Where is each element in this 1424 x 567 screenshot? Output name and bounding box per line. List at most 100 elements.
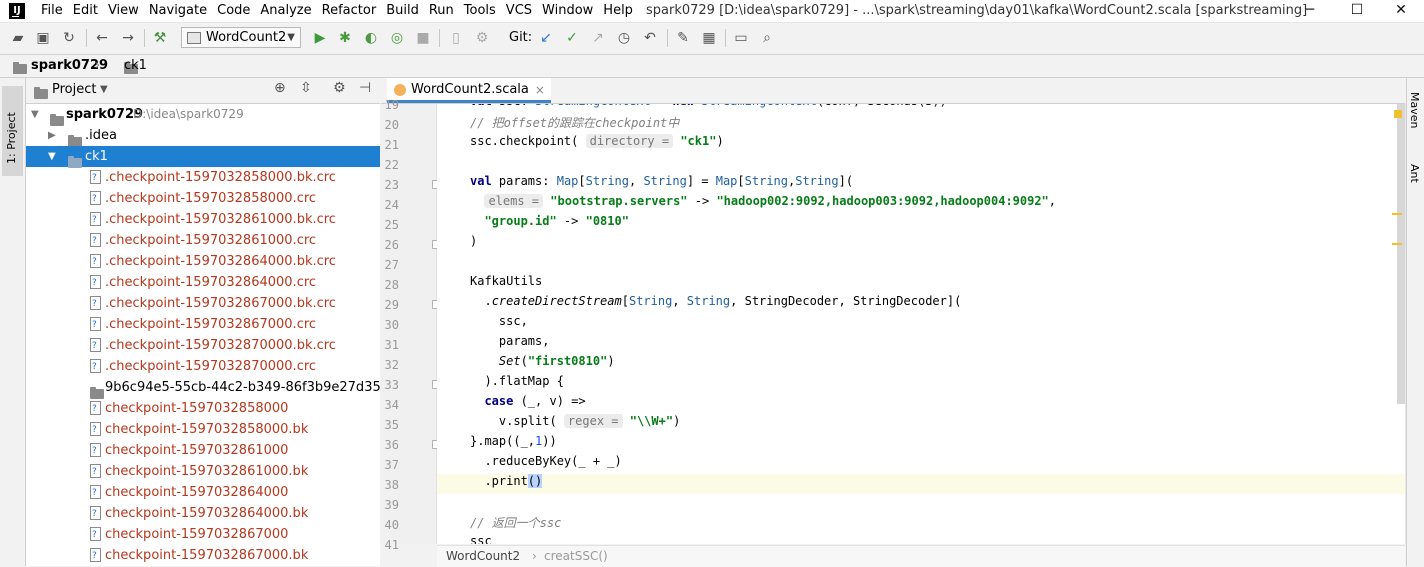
code-editor[interactable]: val ssc: StreamingContext = new Streamin… bbox=[437, 104, 1405, 544]
code-line[interactable]: .print() bbox=[437, 474, 1405, 494]
profile-icon[interactable]: ◎ bbox=[387, 28, 407, 48]
code-line[interactable] bbox=[437, 154, 1405, 174]
code-line[interactable]: // 把offset的跟踪在checkpoint中 bbox=[437, 114, 1405, 134]
ant-tool-tab[interactable]: Ant bbox=[1408, 164, 1421, 183]
code-line[interactable] bbox=[437, 254, 1405, 274]
tree-item-file[interactable]: .checkpoint-1597032867000.crc bbox=[26, 314, 380, 336]
code-line[interactable]: params, bbox=[437, 334, 1405, 354]
minimize-button[interactable]: ─ bbox=[1287, 0, 1333, 22]
chevron-right-icon[interactable]: ▶ bbox=[48, 125, 56, 146]
breadcrumb-method[interactable]: creatSSC() bbox=[544, 546, 608, 567]
tree-item-file[interactable]: .checkpoint-1597032858000.crc bbox=[26, 188, 380, 210]
tree-item-root[interactable]: ▼ spark0729 D:\idea\spark0729 bbox=[26, 104, 380, 126]
code-line[interactable]: elems = "bootstrap.servers" -> "hadoop00… bbox=[437, 194, 1405, 214]
attach-icon[interactable]: ▯ bbox=[446, 28, 466, 48]
code-line[interactable]: ) bbox=[437, 234, 1405, 254]
code-line[interactable]: ssc, bbox=[437, 314, 1405, 334]
code-line[interactable]: ).flatMap { bbox=[437, 374, 1405, 394]
breadcrumb-class[interactable]: WordCount2 bbox=[446, 546, 520, 567]
history-icon[interactable]: ◷ bbox=[614, 28, 634, 48]
menu-navigate[interactable]: Navigate bbox=[144, 2, 212, 20]
project-tool-tab[interactable]: 1: Project bbox=[2, 86, 23, 176]
menu-build[interactable]: Build bbox=[381, 2, 424, 20]
git-update-icon[interactable]: ↙ bbox=[536, 28, 556, 48]
code-line[interactable]: val ssc: StreamingContext = new Streamin… bbox=[437, 104, 1405, 114]
code-line[interactable]: "group.id" -> "0810" bbox=[437, 214, 1405, 234]
code-line[interactable]: .createDirectStream[String, String, Stri… bbox=[437, 294, 1405, 314]
tree-item-file[interactable]: checkpoint-1597032861000 bbox=[26, 440, 380, 462]
chevron-down-icon[interactable]: ▼ bbox=[100, 81, 108, 99]
tree-item-file[interactable]: checkpoint-1597032858000 bbox=[26, 398, 380, 420]
breadcrumb-ck1[interactable]: ck1 bbox=[124, 57, 147, 75]
tree-item-file[interactable]: .checkpoint-1597032870000.crc bbox=[26, 356, 380, 378]
menu-file[interactable]: File bbox=[36, 2, 68, 20]
analysis-status-icon[interactable] bbox=[1394, 110, 1402, 118]
code-line[interactable]: .reduceByKey(_ + _) bbox=[437, 454, 1405, 474]
tree-item-file[interactable]: .checkpoint-1597032870000.bk.crc bbox=[26, 335, 380, 357]
tree-item-file[interactable]: .checkpoint-1597032864000.bk.crc bbox=[26, 251, 380, 273]
tree-item-file[interactable]: .checkpoint-1597032864000.crc bbox=[26, 272, 380, 294]
menu-analyze[interactable]: Analyze bbox=[255, 2, 316, 20]
maximize-button[interactable]: ☐ bbox=[1334, 0, 1380, 22]
tree-item-file[interactable]: checkpoint-1597032858000.bk bbox=[26, 419, 380, 441]
code-line[interactable]: KafkaUtils bbox=[437, 274, 1405, 294]
code-line[interactable]: // 返回一个ssc bbox=[437, 514, 1405, 534]
maven-tool-tab[interactable]: Maven bbox=[1408, 92, 1421, 128]
run-with-coverage-icon[interactable]: ◐ bbox=[361, 28, 381, 48]
code-line[interactable]: ssc.checkpoint( directory = "ck1") bbox=[437, 134, 1405, 154]
coverage-icon[interactable]: ⚙ bbox=[472, 28, 492, 48]
project-view-title[interactable]: Project bbox=[52, 81, 96, 99]
code-line[interactable]: case (_, v) => bbox=[437, 394, 1405, 414]
back-arrow-icon[interactable]: ← bbox=[92, 28, 112, 48]
editor-scrollbar-thumb[interactable] bbox=[1397, 104, 1405, 404]
close-button[interactable]: ✕ bbox=[1378, 0, 1424, 22]
save-icon[interactable]: ▣ bbox=[33, 28, 53, 48]
code-line[interactable]: Set("first0810") bbox=[437, 354, 1405, 374]
menu-tools[interactable]: Tools bbox=[459, 2, 501, 20]
stop-icon[interactable]: ■ bbox=[413, 28, 433, 48]
tree-item-file[interactable]: .checkpoint-1597032861000.bk.crc bbox=[26, 209, 380, 231]
hide-panel-icon[interactable]: ⊣ bbox=[359, 80, 371, 96]
build-hammer-icon[interactable]: ⚒ bbox=[150, 28, 170, 48]
tree-item-file[interactable]: checkpoint-1597032864000 bbox=[26, 482, 380, 504]
menu-refactor[interactable]: Refactor bbox=[317, 2, 382, 20]
search-icon[interactable]: ⌕ bbox=[757, 28, 777, 48]
warning-stripe[interactable] bbox=[1392, 243, 1402, 245]
menu-help[interactable]: Help bbox=[598, 2, 638, 20]
git-push-icon[interactable]: ↗ bbox=[588, 28, 608, 48]
tree-item-file[interactable]: .checkpoint-1597032861000.crc bbox=[26, 230, 380, 252]
menu-edit[interactable]: Edit bbox=[68, 2, 103, 20]
menu-vcs[interactable]: VCS bbox=[501, 2, 537, 20]
sync-icon[interactable]: ↻ bbox=[59, 28, 79, 48]
open-folder-icon[interactable]: ▰ bbox=[8, 28, 28, 48]
tree-item-file[interactable]: checkpoint-1597032864000.bk bbox=[26, 503, 380, 525]
chevron-down-icon[interactable]: ▼ bbox=[31, 104, 39, 125]
tree-item-idea[interactable]: ▶ .idea bbox=[26, 125, 380, 147]
tree-item-file[interactable]: .checkpoint-1597032858000.bk.crc bbox=[26, 167, 380, 189]
terminal-window-icon[interactable]: ▭ bbox=[731, 28, 751, 48]
run-configuration-select[interactable]: WordCount2 ▼ bbox=[181, 27, 301, 48]
collapse-all-icon[interactable]: ⇳ bbox=[300, 80, 312, 96]
locate-file-icon[interactable]: ⊕ bbox=[274, 80, 286, 96]
menu-view[interactable]: View bbox=[103, 2, 144, 20]
warning-stripe[interactable] bbox=[1392, 213, 1402, 215]
rollback-icon[interactable]: ↶ bbox=[640, 28, 660, 48]
code-line[interactable]: ssc bbox=[437, 534, 1405, 544]
project-structure-icon[interactable]: ▦ bbox=[699, 28, 719, 48]
tree-item-file[interactable]: checkpoint-1597032867000 bbox=[26, 524, 380, 546]
tree-item-file[interactable]: .checkpoint-1597032867000.bk.crc bbox=[26, 293, 380, 315]
code-line[interactable] bbox=[437, 494, 1405, 514]
code-line[interactable]: v.split( regex = "\\W+") bbox=[437, 414, 1405, 434]
chevron-down-icon[interactable]: ▼ bbox=[48, 146, 56, 167]
gear-icon[interactable]: ⚙ bbox=[333, 80, 346, 96]
tree-item-file[interactable]: 9b6c94e5-55cb-44c2-b349-86f3b9e27d35 bbox=[26, 377, 380, 399]
code-line[interactable]: }.map((_,1)) bbox=[437, 434, 1405, 454]
tree-item-file[interactable]: checkpoint-1597032867000.bk bbox=[26, 545, 380, 566]
close-tab-icon[interactable]: × bbox=[535, 78, 545, 102]
debug-icon[interactable]: ✱ bbox=[335, 28, 355, 48]
settings-wrench-icon[interactable]: ✎ bbox=[673, 28, 693, 48]
tab-wordcount2-scala[interactable]: WordCount2.scala × bbox=[387, 78, 551, 103]
menu-run[interactable]: Run bbox=[424, 2, 459, 20]
forward-arrow-icon[interactable]: → bbox=[118, 28, 138, 48]
menu-code[interactable]: Code bbox=[212, 2, 255, 20]
